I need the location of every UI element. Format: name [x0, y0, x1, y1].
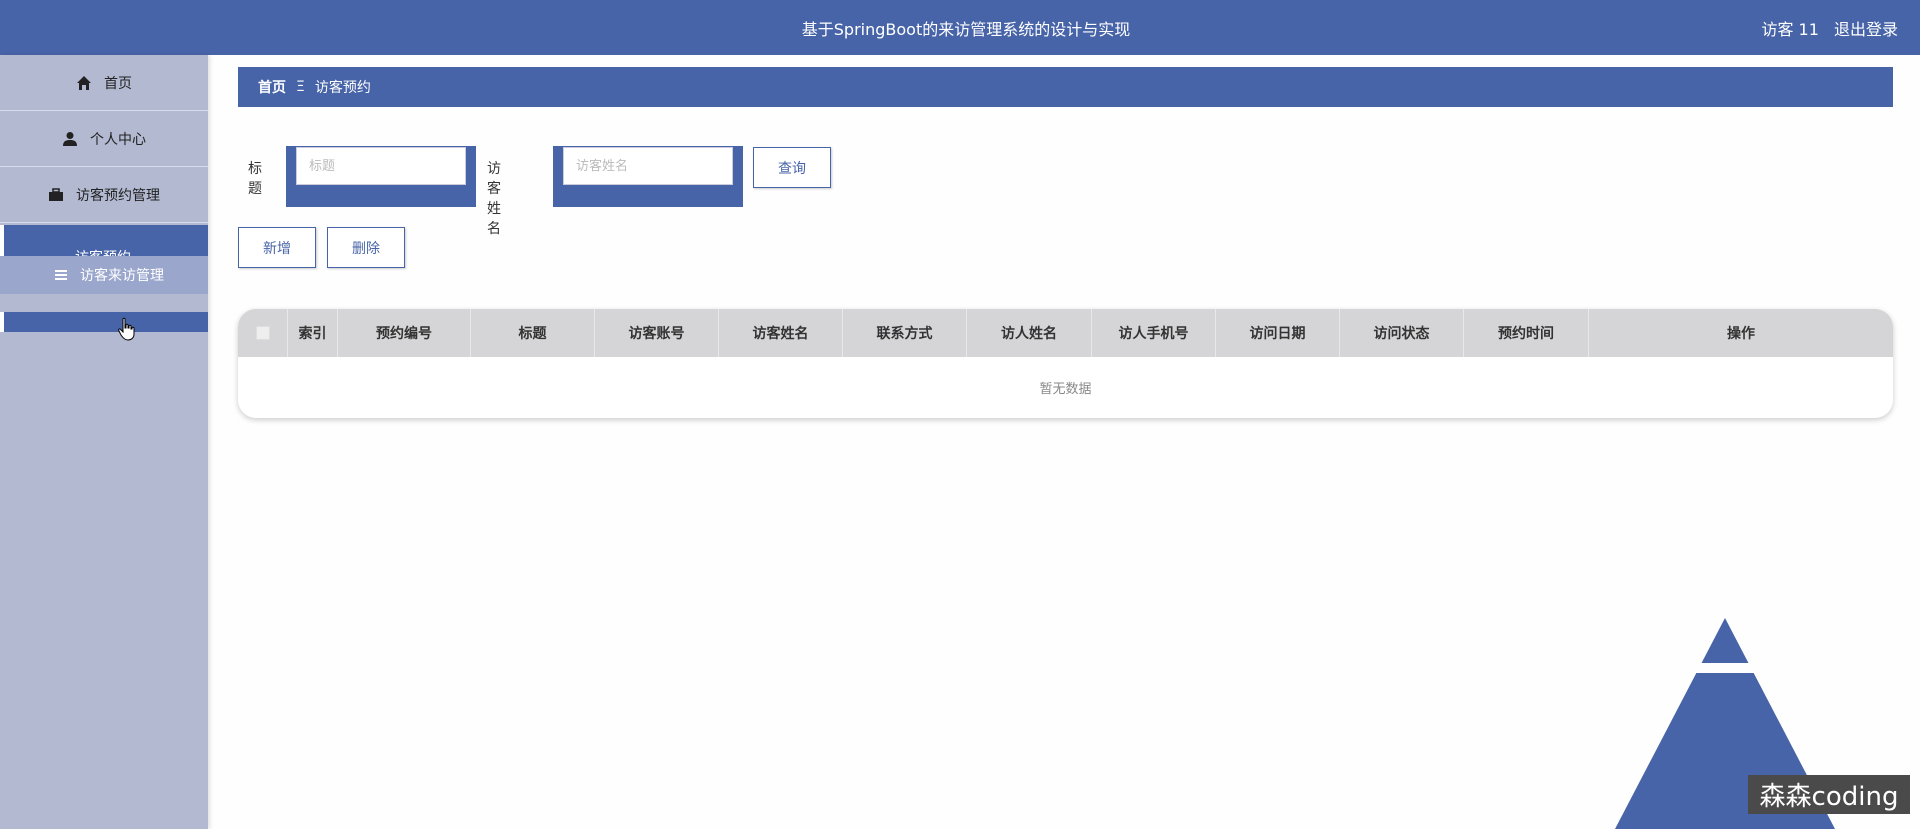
title-input-wrap — [286, 146, 476, 207]
list-icon — [55, 270, 67, 280]
visitor-name-input-wrap — [553, 146, 743, 207]
column-header: 索引 — [288, 309, 338, 357]
title-input[interactable] — [296, 147, 466, 185]
watermark: 森森coding — [1748, 775, 1910, 814]
sidebar-item-profile[interactable]: 个人中心 — [0, 111, 208, 167]
sidebar-subitem-label: 访客来访管理 — [80, 268, 164, 284]
title-label: 标题 — [248, 161, 262, 197]
sidebar-item-visit-booking-mgmt[interactable]: 访客预约管理 — [0, 167, 208, 223]
breadcrumb-separator: Ξ — [296, 79, 305, 95]
header-user-area: 访客 11 退出登录 — [1751, 16, 1898, 40]
query-button[interactable]: 查询 — [753, 147, 831, 188]
sidebar-item-label: 个人中心 — [90, 131, 146, 148]
home-icon — [76, 75, 92, 91]
sidebar-submenu: 访客预约 访客来访管理 — [0, 223, 208, 332]
add-button[interactable]: 新增 — [238, 227, 316, 268]
logout-link[interactable]: 退出登录 — [1834, 20, 1898, 39]
sidebar-item-label: 首页 — [104, 75, 132, 92]
table-header: 索引 预约编号 标题 访客账号 访客姓名 联系方式 访人姓名 访人手机号 访问日… — [238, 309, 1893, 357]
user-name: 访客 11 — [1761, 20, 1819, 39]
column-header: 访人姓名 — [967, 309, 1092, 357]
column-header: 访问日期 — [1216, 309, 1340, 357]
column-header: 标题 — [471, 309, 595, 357]
user-icon — [62, 131, 78, 147]
column-header: 预约时间 — [1464, 309, 1589, 357]
delete-button[interactable]: 删除 — [327, 227, 405, 268]
sidebar-subitem-visit-mgmt[interactable]: 访客来访管理 — [0, 256, 208, 294]
sidebar-subitem-selected-bar[interactable] — [0, 312, 208, 332]
column-header: 访客姓名 — [719, 309, 843, 357]
hand-cursor-icon — [118, 317, 135, 341]
column-header: 访客账号 — [595, 309, 719, 357]
sidebar-item-label: 访客预约管理 — [76, 187, 160, 204]
column-header: 联系方式 — [843, 309, 967, 357]
app-title: 基于SpringBoot的来访管理系统的设计与实现 — [801, 20, 1131, 39]
visitor-name-label: 访客姓名 — [487, 161, 501, 237]
briefcase-icon — [48, 187, 64, 203]
breadcrumb: 首页 Ξ 访客预约 — [238, 67, 1893, 107]
sidebar-item-home[interactable]: 首页 — [0, 55, 208, 111]
select-all-checkbox[interactable] — [255, 326, 270, 340]
column-header: 操作 — [1727, 326, 1755, 342]
visitor-name-input[interactable] — [563, 147, 733, 185]
select-all-cell — [238, 309, 288, 357]
column-header: 访问状态 — [1340, 309, 1464, 357]
empty-state: 暂无数据 — [1039, 382, 1092, 397]
top-header: 基于SpringBoot的来访管理系统的设计与实现 访客 11 退出登录 — [0, 0, 1920, 55]
column-header: 预约编号 — [338, 309, 471, 357]
breadcrumb-home[interactable]: 首页 — [258, 77, 286, 97]
breadcrumb-current: 访客预约 — [314, 80, 371, 96]
sidebar: 首页 个人中心 访客预约管理 访客预约 访客来访管理 — [0, 55, 208, 829]
data-table: 索引 预约编号 标题 访客账号 访客姓名 联系方式 访人姓名 访人手机号 访问日… — [238, 309, 1893, 418]
column-header: 访人手机号 — [1092, 309, 1216, 357]
